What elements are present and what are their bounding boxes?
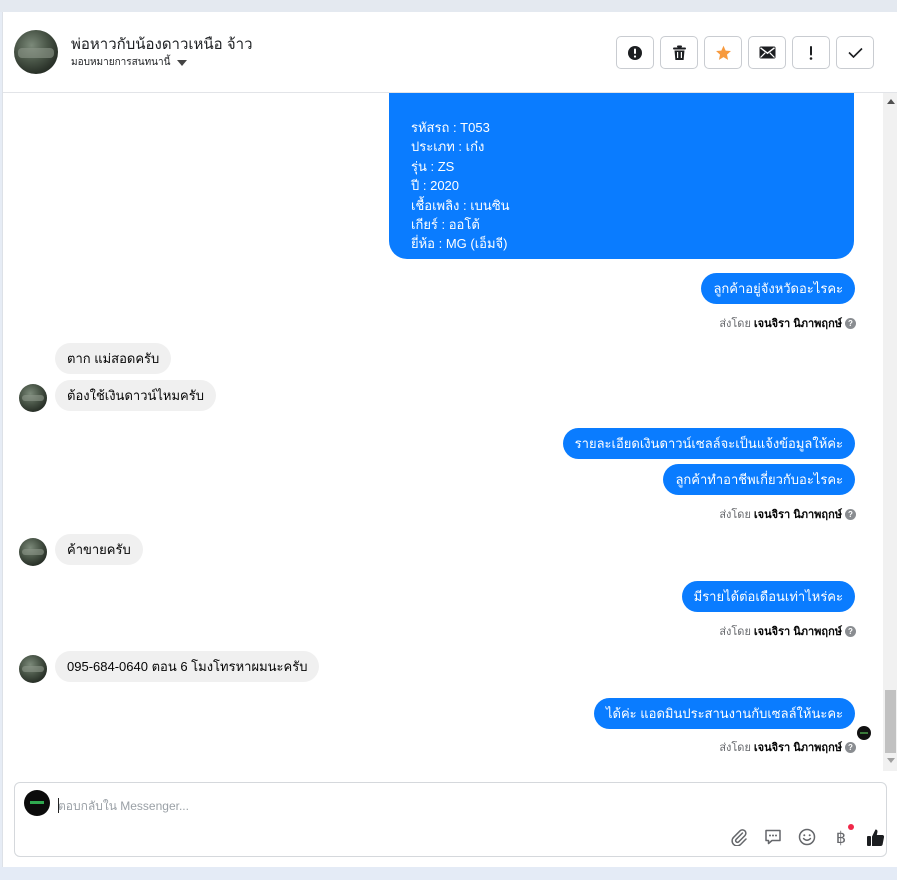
sent-by-name: เจนจิรา นิภาพฤกษ์ (753, 626, 842, 638)
mark-spam-button[interactable] (616, 36, 654, 69)
reply-input[interactable] (58, 796, 658, 816)
contact-avatar-small (19, 538, 47, 566)
car-info-message: รหัสรถ : T053 ประเภท : เก๋ง รุ่น : ZS ปี… (389, 93, 854, 259)
page-avatar (24, 790, 50, 816)
follow-up-button[interactable] (792, 36, 830, 69)
paperclip-icon (731, 829, 747, 846)
exclamation-icon (809, 45, 813, 60)
sent-by-name: เจนจิรา นิภาพฤกษ์ (753, 318, 842, 330)
baht-icon: ฿ (835, 827, 847, 847)
sent-by-label: ส่งโดย เจนจิรา นิภาพฤกษ์ ? (719, 738, 856, 756)
sent-by-prefix: ส่งโดย (719, 509, 751, 521)
assign-conversation-label: มอบหมายการสนทนานี้ (71, 57, 171, 68)
sent-by-label: ส่งโดย เจนจิรา นิภาพฤกษ์ ? (719, 314, 856, 332)
car-info-line: ปี : 2020 (411, 178, 460, 194)
star-button[interactable] (704, 36, 742, 69)
incoming-message: ต้องใช้เงินดาวน์ไหมครับ (55, 380, 216, 411)
conversation-panel: พ่อหาวกับน้องดาวเหนือ จ้าว มอบหมายการสนท… (2, 12, 897, 867)
scroll-thumb[interactable] (885, 690, 896, 753)
car-info-line: รุ่น : ZS (411, 158, 455, 174)
chat-bubble-icon (765, 829, 781, 845)
like-button[interactable] (865, 827, 885, 847)
saved-replies-button[interactable] (763, 827, 783, 847)
attach-button[interactable] (729, 827, 749, 847)
sent-by-label: ส่งโดย เจนจิรา นิภาพฤกษ์ ? (719, 505, 856, 523)
window-bottom-strip (0, 867, 897, 880)
done-button[interactable] (836, 36, 874, 69)
message-list[interactable]: รหัสรถ : T053 ประเภท : เก๋ง รุ่น : ZS ปี… (3, 93, 883, 771)
scroll-up-arrow-icon[interactable] (887, 99, 895, 104)
header-actions (616, 36, 874, 69)
outgoing-message: รายละเอียดเงินดาวน์เซลล์จะเป็นแจ้งข้อมูล… (562, 428, 855, 459)
mail-icon (759, 46, 775, 59)
delete-button[interactable] (660, 36, 698, 69)
thumbs-up-icon (866, 829, 884, 846)
car-info-line: เชื้อเพลิง : เบนซิน (411, 197, 510, 213)
sent-by-prefix: ส่งโดย (719, 318, 751, 330)
contact-avatar[interactable] (14, 30, 58, 74)
outgoing-message: ลูกค้าอยู่จังหวัดอะไรคะ (701, 273, 855, 304)
smiley-icon (798, 828, 816, 846)
incoming-message: ค้าขายครับ (55, 534, 143, 565)
check-icon (847, 47, 863, 58)
sent-by-name: เจนจิรา นิภาพฤกษ์ (753, 742, 842, 754)
payment-button[interactable]: ฿ (831, 824, 854, 847)
outgoing-message: มีรายได้ต่อเดือนเท่าไหร่คะ (681, 581, 855, 612)
notification-dot (848, 824, 854, 830)
conversation-header: พ่อหาวกับน้องดาวเหนือ จ้าว มอบหมายการสนท… (3, 12, 897, 93)
star-icon (715, 45, 731, 60)
emoji-button[interactable] (797, 827, 817, 847)
outgoing-message: ได้ค่ะ แอดมินประสานงานกับเซลล์ให้นะคะ (593, 698, 855, 729)
sent-by-prefix: ส่งโดย (719, 626, 751, 638)
contact-name[interactable]: พ่อหาวกับน้องดาวเหนือ จ้าว (71, 32, 253, 56)
sent-by-name: เจนจิรา นิภาพฤกษ์ (753, 509, 842, 521)
assign-conversation-dropdown[interactable]: มอบหมายการสนทนานี้ (71, 55, 188, 70)
caret-down-icon (177, 59, 188, 66)
outgoing-message: ลูกค้าทำอาชีพเกี่ยวกับอะไรคะ (663, 464, 855, 495)
car-info-line: ประเภท : เก๋ง (411, 139, 485, 155)
sent-by-label: ส่งโดย เจนจิรา นิภาพฤกษ์ ? (719, 622, 856, 640)
help-icon[interactable]: ? (845, 741, 856, 753)
trash-icon (672, 45, 686, 60)
alert-circle-icon (628, 45, 642, 60)
window-top-strip (0, 0, 897, 12)
scroll-down-arrow-icon[interactable] (887, 758, 895, 763)
help-icon[interactable]: ? (845, 317, 856, 329)
message-scrollbar[interactable] (883, 93, 897, 771)
composer-tools: ฿ (729, 824, 885, 847)
help-icon[interactable]: ? (845, 508, 856, 520)
seen-avatar (857, 726, 871, 740)
car-info-line: เกียร์ : ออโต้ (411, 217, 480, 233)
incoming-message: ตาก แม่สอดครับ (55, 343, 172, 374)
mark-unread-button[interactable] (748, 36, 786, 69)
contact-avatar-small (19, 655, 47, 683)
sent-by-prefix: ส่งโดย (719, 742, 751, 754)
car-info-line: รหัสรถ : T053 (411, 120, 490, 135)
incoming-message: 095-684-0640 ตอน 6 โมงโทรหาผมนะครับ (55, 651, 320, 682)
reply-composer: ฿ (14, 782, 887, 857)
text-caret (58, 798, 59, 813)
car-info-line: ยี่ห้อ : MG (เอ็มจี) (411, 236, 508, 252)
contact-avatar-small (19, 384, 47, 412)
help-icon[interactable]: ? (845, 625, 856, 637)
